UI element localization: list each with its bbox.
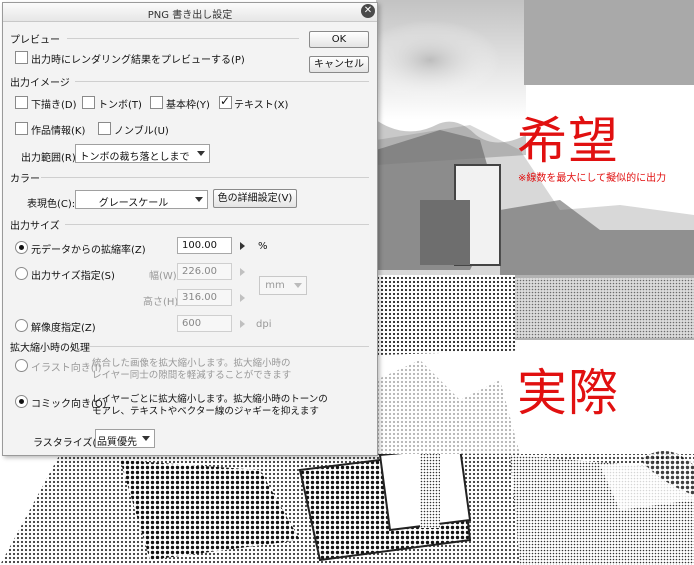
scale-unit: % (258, 241, 268, 252)
output-range-label: 出力範囲(R): (21, 153, 80, 164)
output-range-select[interactable]: トンボの裁ち落としまで (75, 144, 210, 163)
resolution-input[interactable]: 600 (177, 315, 232, 332)
resolution-radio[interactable] (15, 319, 28, 332)
comic-description-line-1: レイヤーごとに拡大縮小します。拡大縮小時のトーンの (92, 394, 328, 405)
size-unit-select[interactable]: mm (259, 276, 307, 295)
hope-note: ※線数を最大にして擬似的に出力 (518, 173, 667, 184)
illust-radio[interactable] (15, 359, 28, 372)
dialog-title: PNG 書き出し設定 (147, 10, 233, 21)
rasterize-value: 品質優先 (97, 437, 137, 448)
scaling-section-title: 拡大縮小時の処理 (10, 343, 90, 354)
dialog-titlebar[interactable]: PNG 書き出し設定 ✕ (3, 3, 377, 22)
width-stepper-icon[interactable] (240, 268, 245, 276)
output-image-section-title: 出力イメージ (10, 78, 70, 89)
output-range-value: トンボの裁ち落としまで (79, 152, 190, 163)
color-section-title: カラー (10, 174, 40, 185)
work-info-label: 作品情報(K) (31, 126, 86, 137)
resolution-unit: dpi (256, 319, 272, 330)
color-mode-label: 表現色(C): (27, 199, 76, 210)
ok-button[interactable]: OK (309, 31, 369, 48)
output-size-divider (65, 224, 369, 225)
comic-radio[interactable] (15, 395, 28, 408)
scale-label: 元データからの拡縮率(Z) (31, 245, 146, 256)
chevron-down-icon (195, 197, 203, 202)
chevron-down-icon (142, 436, 150, 441)
close-icon[interactable]: ✕ (361, 4, 375, 18)
comic-description-line-2: モアレ、テキストやベクター線のジャギーを抑えます (92, 406, 319, 417)
output-image-divider (75, 81, 369, 82)
rasterize-select[interactable]: 品質優先 (95, 429, 155, 448)
illust-description-line-1: 統合した画像を拡大縮小します。拡大縮小時の (92, 358, 291, 369)
draft-checkbox[interactable] (15, 96, 28, 109)
basic-frame-label: 基本枠(Y) (166, 100, 210, 111)
size-label: 出力サイズ指定(S) (31, 271, 115, 282)
height-label: 高さ(H): (143, 297, 182, 308)
scaling-divider (87, 346, 369, 347)
work-info-checkbox[interactable] (15, 122, 28, 135)
scale-stepper-icon[interactable] (240, 242, 245, 250)
draft-label: 下描き(D) (31, 100, 77, 111)
size-radio[interactable] (15, 267, 28, 280)
hope-heading: 希望 (517, 112, 619, 170)
output-size-section-title: 出力サイズ (10, 221, 60, 232)
size-unit-value: mm (265, 280, 285, 291)
preview-divider (67, 38, 299, 39)
width-label: 幅(W): (149, 271, 181, 282)
resolution-stepper-icon[interactable] (240, 320, 245, 328)
trim-marks-checkbox[interactable] (82, 96, 95, 109)
height-input[interactable]: 316.00 (177, 289, 232, 306)
page-number-checkbox[interactable] (98, 122, 111, 135)
resolution-label: 解像度指定(Z) (31, 323, 96, 334)
trim-marks-label: トンボ(T) (98, 100, 142, 111)
actual-heading: 実際 (517, 364, 619, 422)
preview-section-title: プレビュー (10, 35, 60, 46)
text-label: テキスト(X) (234, 100, 289, 111)
basic-frame-checkbox[interactable] (150, 96, 163, 109)
scale-input[interactable]: 100.00 (177, 237, 232, 254)
chevron-down-icon (294, 283, 302, 288)
page-number-label: ノンブル(U) (114, 126, 169, 137)
text-checkbox[interactable] (219, 94, 232, 109)
cancel-button[interactable]: キャンセル (309, 56, 369, 73)
color-detail-button[interactable]: 色の詳細設定(V) (213, 189, 297, 208)
height-stepper-icon[interactable] (240, 294, 245, 302)
color-mode-select[interactable]: グレースケール (75, 190, 208, 209)
scale-radio[interactable] (15, 241, 28, 254)
color-mode-value: グレースケール (98, 198, 169, 209)
color-divider (41, 177, 369, 178)
preview-checkbox-label: 出力時にレンダリング結果をプレビューする(P) (31, 55, 245, 66)
preview-checkbox[interactable] (15, 51, 28, 64)
width-input[interactable]: 226.00 (177, 263, 232, 280)
png-export-dialog: PNG 書き出し設定 ✕ OK キャンセル プレビュー 出力時にレンダリング結果… (2, 2, 378, 456)
illust-label: イラスト向き(I) (31, 363, 102, 374)
illust-description-line-2: レイヤー同士の隙間を軽減することができます (92, 370, 292, 381)
chevron-down-icon (197, 151, 205, 156)
